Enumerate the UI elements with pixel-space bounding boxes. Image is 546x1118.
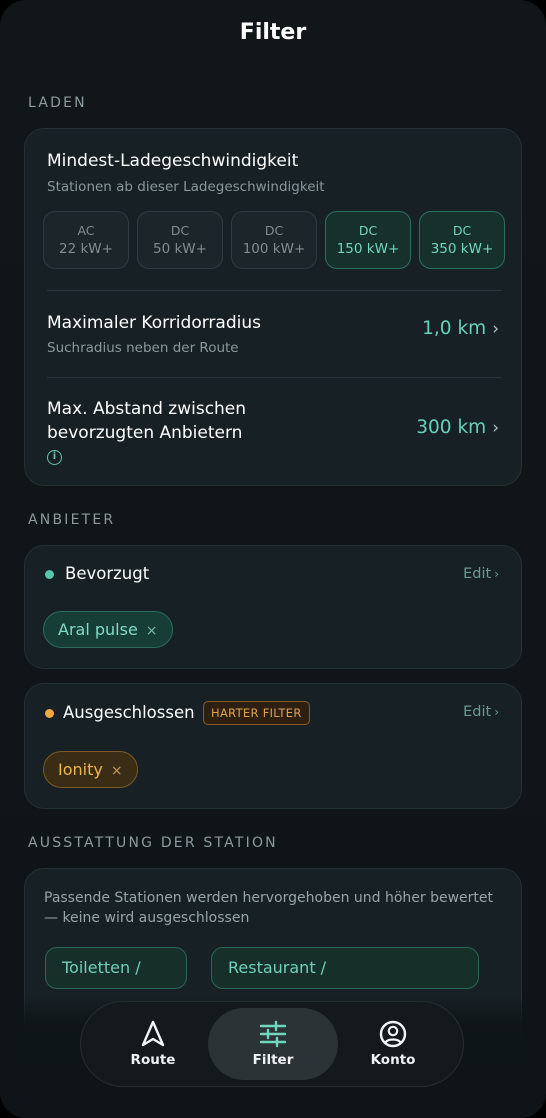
section-label-laden: LADEN (28, 95, 87, 111)
corridor-radius-title: Maximaler Korridorradius (47, 313, 261, 333)
nav-filter[interactable]: Filter (208, 1008, 338, 1080)
speed-option-dc-150[interactable]: DC 150 kW+ (325, 211, 411, 269)
corridor-radius-value: 1,0 km (422, 318, 487, 339)
account-circle-icon (379, 1020, 407, 1048)
excluded-status-dot (45, 709, 54, 718)
charging-card: Mindest-Ladegeschwindigkeit Stationen ab… (24, 128, 522, 486)
page-title: Filter (239, 20, 307, 45)
speed-power: 150 kW+ (336, 241, 400, 257)
excluded-edit-button[interactable]: Edit › (463, 704, 499, 720)
speed-option-dc-350[interactable]: DC 350 kW+ (419, 211, 505, 269)
provider-distance-value: 300 km (416, 417, 487, 438)
nav-route[interactable]: Route (88, 1008, 218, 1080)
amenity-restaurant-button[interactable]: Restaurant / (211, 947, 479, 989)
sliders-icon (259, 1020, 287, 1048)
info-icon[interactable]: i (47, 450, 62, 465)
section-label-ausstattung: AUSSTATTUNG DER STATION (28, 835, 278, 851)
corridor-radius-subtitle: Suchradius neben der Route (47, 340, 239, 356)
edit-label: Edit (463, 704, 492, 720)
speed-type: DC (452, 223, 472, 238)
speed-option-dc-50[interactable]: DC 50 kW+ (137, 211, 223, 269)
chevron-right-icon: › (494, 567, 499, 581)
edit-label: Edit (463, 566, 492, 582)
chip-label: Ionity (58, 760, 103, 779)
speed-type: DC (358, 223, 378, 238)
remove-icon[interactable]: × (111, 763, 123, 779)
speed-power: 22 kW+ (59, 241, 113, 257)
provider-chip-ionity: Ionity × (43, 751, 138, 788)
bottom-navigation: Route Filter Konto (80, 1001, 464, 1087)
charging-speed-title: Mindest-Ladegeschwindigkeit (47, 151, 299, 171)
nav-label: Konto (370, 1052, 416, 1068)
excluded-label: Ausgeschlossen (63, 703, 195, 722)
provider-chip-aral-pulse: Aral pulse × (43, 611, 173, 648)
corridor-radius-value-wrap: 1,0 km › (422, 318, 499, 339)
speed-power: 50 kW+ (153, 241, 207, 257)
nav-label: Route (130, 1052, 176, 1068)
divider (47, 290, 501, 291)
speed-type: DC (264, 223, 284, 238)
speed-option-dc-100[interactable]: DC 100 kW+ (231, 211, 317, 269)
provider-distance-title-line1: Max. Abstand zwischen (47, 399, 247, 419)
chevron-right-icon: › (492, 319, 499, 339)
speed-type: AC (77, 223, 95, 238)
chevron-right-icon: › (494, 705, 499, 719)
amenity-toilets-button[interactable]: Toiletten / (45, 947, 187, 989)
amenities-description-line1: Passende Stationen werden hervorgehoben … (44, 890, 494, 906)
divider (47, 377, 501, 378)
nav-label: Filter (252, 1052, 294, 1068)
preferred-edit-button[interactable]: Edit › (463, 566, 499, 582)
excluded-providers-card: Ausgeschlossen HARTER FILTER Edit › Ionit… (24, 683, 522, 809)
remove-icon[interactable]: × (146, 623, 158, 639)
speed-power: 350 kW+ (430, 241, 494, 257)
speed-option-ac-22[interactable]: AC 22 kW+ (43, 211, 129, 269)
provider-distance-title-line2: bevorzugten Anbietern (47, 423, 243, 443)
amenities-description-line2: — keine wird ausgeschlossen (44, 910, 250, 926)
navigation-arrow-icon (141, 1020, 165, 1047)
hard-filter-badge: HARTER FILTER (203, 701, 310, 725)
preferred-label: Bevorzugt (65, 564, 150, 583)
chip-label: Aral pulse (58, 620, 138, 639)
charging-speed-subtitle: Stationen ab dieser Ladegeschwindigkeit (47, 179, 325, 195)
preferred-providers-card: Bevorzugt Edit › Aral pulse × (24, 545, 522, 669)
provider-distance-value-wrap: 300 km › (416, 417, 499, 438)
filter-screen: Filter LADEN Mindest-Ladegeschwindigkeit… (0, 0, 546, 1118)
preferred-status-dot (45, 570, 54, 579)
speed-type: DC (170, 223, 190, 238)
chevron-right-icon: › (492, 418, 499, 438)
speed-power: 100 kW+ (242, 241, 306, 257)
section-label-anbieter: ANBIETER (28, 512, 116, 528)
nav-konto[interactable]: Konto (328, 1008, 458, 1080)
